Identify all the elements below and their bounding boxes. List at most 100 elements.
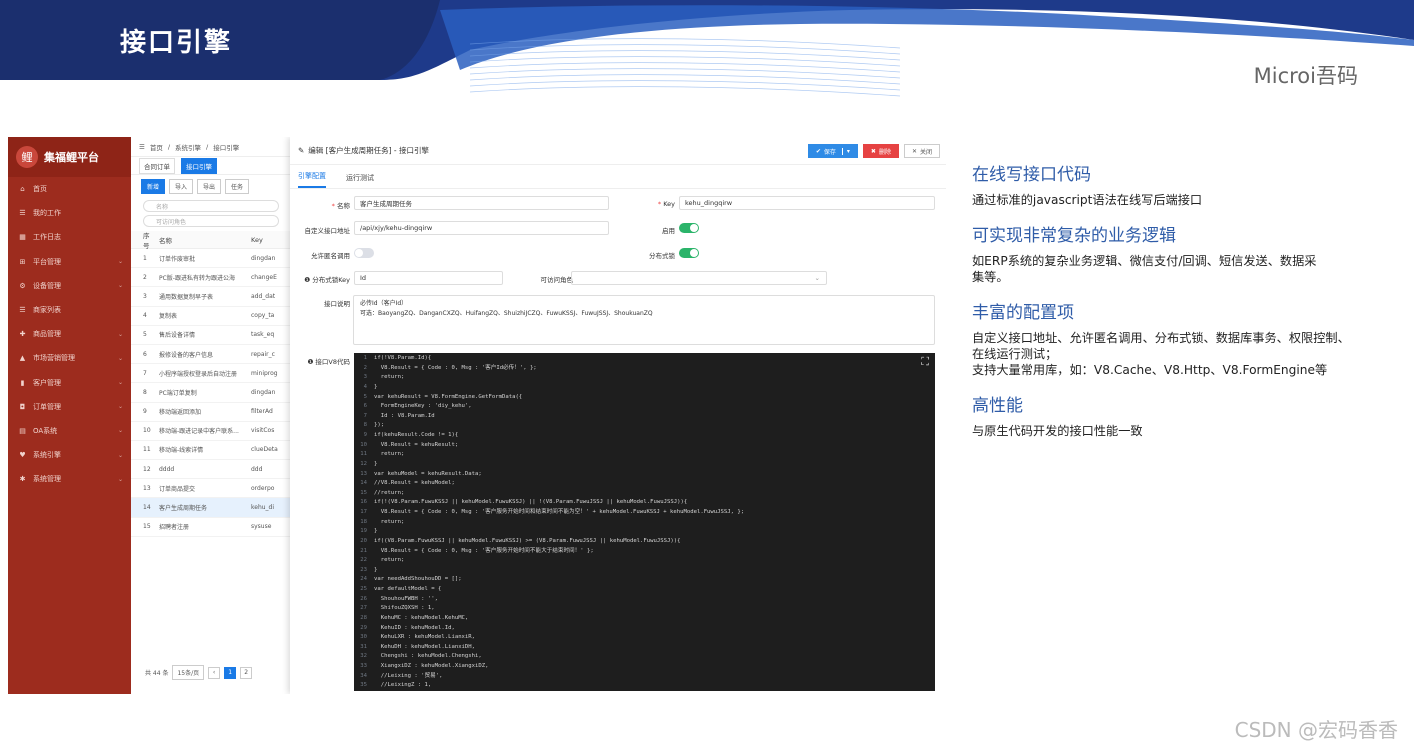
key-field[interactable]: kehu_dingqirw xyxy=(679,196,935,210)
sidebar-item[interactable]: ⌂ 首页 xyxy=(8,177,131,201)
sidebar-item[interactable]: ☰ 商家列表 xyxy=(8,298,131,322)
description-label: 接口说明 xyxy=(324,300,350,308)
role-search-input[interactable]: 可访问角色 xyxy=(143,215,279,227)
table-row[interactable]: 6 报修设备的客户信息 repair_c xyxy=(131,345,291,365)
code-text: XiangxiDZ : kehuModel.XiangxiDZ, xyxy=(374,663,489,669)
custom-url-field[interactable]: /api/xjy/kehu-dingqirw xyxy=(354,221,609,235)
logo[interactable]: 鲤 集福鲤平台 xyxy=(8,137,131,177)
import-button[interactable]: 导入 xyxy=(169,178,194,194)
table-row[interactable]: 2 PC版-跟进私有转为跟进公海 changeE xyxy=(131,268,291,288)
tab-run-test[interactable]: 运行测试 xyxy=(346,173,374,188)
table-row[interactable]: 1 订单作废审批 dingdan xyxy=(131,249,291,269)
sidebar-item[interactable]: ✚ 商品管理 ⌄ xyxy=(8,322,131,346)
search-input[interactable]: 名称 xyxy=(143,200,279,212)
table-cell: PC版-跟进私有转为跟进公海 xyxy=(159,274,235,282)
page-button[interactable]: 1 xyxy=(224,666,237,679)
save-button[interactable]: ✔ 保存 ▾ xyxy=(807,144,858,158)
sidebar-item[interactable]: ▮ 客户管理 ⌄ xyxy=(8,371,131,395)
code-line: 14 //V8.Result = kehuModel; xyxy=(354,479,935,489)
line-number: 35 xyxy=(360,682,367,689)
trash-icon: ✖ xyxy=(870,147,876,155)
chevron-down-icon[interactable]: ▾ xyxy=(841,147,850,155)
lock-key-field[interactable]: Id xyxy=(354,271,503,285)
export-button[interactable]: 导出 xyxy=(197,178,222,194)
description-textarea[interactable]: 必传Id（客户Id） 可选：BaoyangZQ、DanganCXZQ、Huifa… xyxy=(353,295,935,345)
sidebar-item[interactable]: ♥ 系统引擎 ⌄ xyxy=(8,443,131,467)
roles-select[interactable]: ⌄ xyxy=(571,271,827,285)
table-row[interactable]: 4 复制表 copy_ta xyxy=(131,307,291,326)
page-size-select[interactable]: 15条/页 xyxy=(172,665,205,680)
code-line: 29 KehuID : kehuModel.Id, xyxy=(354,624,935,634)
table-row[interactable]: 3 通用数据复制早子表 add_dat xyxy=(131,287,291,307)
sidebar-item[interactable]: ⊞ 平台管理 ⌄ xyxy=(8,250,131,274)
tab-interface-engine[interactable]: 接口引擎 xyxy=(181,157,217,174)
market-icon: ▲ xyxy=(19,354,26,363)
name-field[interactable]: 客户生成周期任务 xyxy=(354,196,609,210)
sidebar-item[interactable]: ☰ 我的工作 xyxy=(8,201,131,225)
page-button[interactable]: 2 xyxy=(240,666,253,679)
table-row[interactable]: 12 dddd ddd xyxy=(131,460,291,480)
close-button[interactable]: ✕ 关闭 xyxy=(903,144,940,158)
code-line: 13 var kehuModel = kehuResult.Data; xyxy=(354,470,935,480)
line-number: 20 xyxy=(360,537,367,544)
table-row[interactable]: 14 客户生成周期任务 kehu_di xyxy=(131,498,291,518)
line-number: 6 xyxy=(363,403,367,410)
task-button[interactable]: 任务 xyxy=(225,178,250,194)
code-line: 11 return; xyxy=(354,450,935,460)
tab-contract-order[interactable]: 合同订单 xyxy=(139,157,175,174)
table-row[interactable]: 11 移动端-线索详情 clueDeta xyxy=(131,441,291,461)
column-header: 名称 xyxy=(159,236,172,245)
add-button[interactable]: 新增 xyxy=(141,178,166,194)
distributed-lock-toggle[interactable] xyxy=(679,248,699,258)
platform-icon: ⊞ xyxy=(19,257,26,266)
table-row[interactable]: 7 小程序端授权登录后自动注册 miniprog xyxy=(131,364,291,384)
table-row[interactable]: 5 售后设备详情 task_eq xyxy=(131,326,291,345)
breadcrumb-item[interactable]: 系统引擎 xyxy=(175,142,201,152)
sidebar-item[interactable]: ⚙ 设备管理 ⌄ xyxy=(8,274,131,298)
table-cell: dddd xyxy=(159,465,175,473)
calendar-icon: ▦ xyxy=(19,233,26,242)
code-text: V8.Result = { Code : 0, Msg : '客户服务开始时间和… xyxy=(374,509,745,515)
code-text: var needAddShouhouDD = []; xyxy=(374,576,462,583)
feature-body: 通过标准的javascript语法在线写后端接口 xyxy=(972,193,1203,207)
table-cell: 8 xyxy=(143,388,147,396)
line-number: 18 xyxy=(360,518,367,525)
sidebar-item-label: 设备管理 xyxy=(33,281,61,290)
anonymous-toggle[interactable] xyxy=(354,248,374,258)
table-cell: 复制表 xyxy=(159,313,178,321)
sidebar-item[interactable]: ▦ 工作日志 xyxy=(8,225,131,249)
sidebar-item[interactable]: ◘ 订单管理 ⌄ xyxy=(8,395,131,419)
menu-toggle-icon[interactable]: ☰ xyxy=(139,143,145,151)
enabled-toggle[interactable] xyxy=(679,223,699,233)
breadcrumb-item[interactable]: 首页 xyxy=(150,142,163,152)
code-text: }); xyxy=(374,422,385,429)
close-label: 关闭 xyxy=(919,148,932,156)
code-line: 23} xyxy=(354,566,935,576)
table-row[interactable]: 8 PC端订单复制 dingdan xyxy=(131,383,291,403)
code-text: //V8.Result = kehuModel; xyxy=(374,480,455,487)
line-number: 28 xyxy=(360,614,367,621)
table-row[interactable]: 10 移动端-跟进记录中客户联系... visitCos xyxy=(131,422,291,441)
code-editor[interactable]: ⛶ 1 if(!V8.Param.Id){2 V8.Result = { Code… xyxy=(354,353,935,691)
table-row[interactable]: 9 移动端返回添加 filterAd xyxy=(131,403,291,422)
sidebar-item[interactable]: ▲ 市场营销管理 ⌄ xyxy=(8,346,131,370)
line-number: 25 xyxy=(360,586,367,592)
prev-page-button[interactable]: ‹ xyxy=(208,666,221,679)
sidebar-item[interactable]: ▤ OA系统 ⌄ xyxy=(8,419,131,443)
table-cell: 订单作废审批 xyxy=(159,255,196,263)
description-line: 可选：BaoyangZQ、DanganCXZQ、HuifangZQ、Shuizh… xyxy=(360,310,653,317)
sidebar-item[interactable]: ✱ 系统管理 ⌄ xyxy=(8,467,131,491)
koi-logo-icon: 鲤 xyxy=(16,146,38,168)
code-text: //Leixing : '贸易', xyxy=(374,672,443,679)
table-row[interactable]: 15 招聘者注册 sysuse xyxy=(131,518,291,537)
list-panel: ☰ 首页 / 系统引擎 / 接口引擎 合同订单 接口引擎 新增 导入 导出 任务 名… xyxy=(131,137,291,694)
fullscreen-icon[interactable]: ⛶ xyxy=(921,356,929,367)
code-text: KehuLXR : kehuModel.LianxiR, xyxy=(374,634,476,641)
table-row[interactable]: 13 订单商品提交 orderpo xyxy=(131,479,291,499)
code-text: if((V8.Param.FuwuKSSJ || kehuModel.FuwuK… xyxy=(374,537,681,544)
delete-button[interactable]: ✖ 删除 xyxy=(862,144,899,158)
tab-engine-config[interactable]: 引擎配置 xyxy=(298,171,326,188)
table-cell: 7 xyxy=(143,369,147,377)
line-number: 34 xyxy=(360,672,367,679)
line-number: 1 xyxy=(363,355,367,361)
